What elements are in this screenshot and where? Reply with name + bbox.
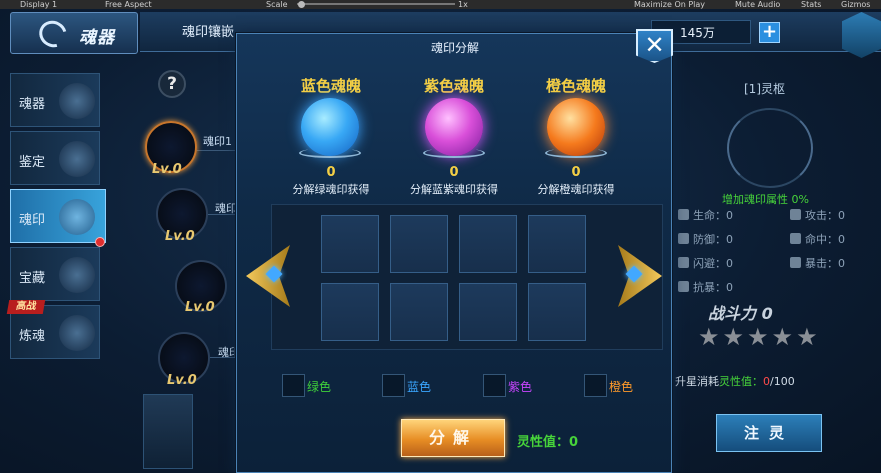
- gizmos-toggle[interactable]: Gizmos: [841, 0, 870, 9]
- attr-hp: 生命：0: [678, 207, 733, 223]
- orb-pedestal: [423, 148, 485, 158]
- seal-slot[interactable]: [528, 283, 586, 341]
- resist-icon: [678, 281, 689, 292]
- target-icon: [790, 233, 801, 244]
- sidebar-item-identify[interactable]: 鉴定: [10, 131, 100, 185]
- editor-toolbar: Display 1 Free Aspect Scale 1x Maximize …: [0, 0, 881, 9]
- spirit-value: 灵性值：0: [517, 435, 579, 450]
- scale-slider-knob[interactable]: [298, 1, 305, 8]
- attr-hit: 命中：0: [790, 231, 845, 247]
- aspect-select[interactable]: Free Aspect: [105, 0, 152, 9]
- scale-slider-track[interactable]: [297, 3, 455, 5]
- inject-spirit-button[interactable]: 注灵: [716, 414, 822, 452]
- sidebar-item-label: 炼魂: [19, 329, 46, 344]
- help-button[interactable]: ?: [158, 70, 186, 98]
- slot-level: Lv.0: [167, 373, 197, 388]
- attr-crit-resist: 抗暴：0: [678, 279, 733, 295]
- seal-slot[interactable]: [321, 215, 379, 273]
- attr-crit: 暴击：0: [790, 255, 845, 271]
- treasure-icon: [59, 257, 95, 293]
- star-rating: ★★★★★: [698, 323, 821, 351]
- sidebar-item-soul-vessel[interactable]: 魂器: [10, 73, 100, 127]
- orb-desc-purple: 分解蓝紫魂印获得: [410, 183, 498, 196]
- vortex-icon: [59, 141, 95, 177]
- slot-level: Lv.0: [165, 229, 195, 244]
- tab-inlay[interactable]: 魂印镶嵌: [168, 17, 238, 49]
- add-currency-button[interactable]: +: [759, 22, 780, 43]
- orb-count-orange: 0: [571, 165, 581, 180]
- seal-slot[interactable]: [459, 215, 517, 273]
- forge-icon: [59, 315, 95, 351]
- sidebar-item-treasure[interactable]: 宝藏: [10, 247, 100, 301]
- scale-value: 1x: [458, 0, 468, 9]
- orb-pedestal: [299, 148, 361, 158]
- slot-label: 魂印: [215, 202, 237, 215]
- hexagon-icon: [59, 199, 95, 235]
- upgrade-cost: 升星消耗灵性值：0/100: [675, 375, 795, 388]
- currency-amount: 145万: [680, 26, 715, 40]
- combat-power: 战斗力 0: [708, 304, 773, 323]
- orb-name-purple: 紫色魂魄: [423, 77, 484, 95]
- crit-icon: [790, 257, 801, 268]
- seal-slot[interactable]: [390, 215, 448, 273]
- filter-blue-label: 蓝色: [407, 380, 432, 394]
- seal-slot[interactable]: [459, 283, 517, 341]
- exit-emblem-button[interactable]: [842, 12, 881, 58]
- header-logo: 魂器: [10, 12, 138, 54]
- sidebar-item-label: 魂印: [19, 213, 46, 228]
- sidebar-item-label: 宝藏: [19, 271, 46, 286]
- orb-count-blue: 0: [326, 165, 336, 180]
- filter-green-label: 绿色: [307, 380, 332, 394]
- slot-label: 魂印1: [203, 135, 232, 148]
- orb-name-blue: 蓝色魂魄: [300, 77, 361, 95]
- display-select[interactable]: Display 1: [20, 0, 57, 9]
- attr-dodge: 闪避：0: [678, 255, 733, 271]
- filter-orange-checkbox[interactable]: [584, 374, 607, 397]
- sidebar-item-label: 魂器: [19, 97, 46, 112]
- seal-slot[interactable]: [528, 215, 586, 273]
- attr-defense: 防御：0: [678, 231, 733, 247]
- swirl-icon: [59, 83, 95, 119]
- page-left-arrow[interactable]: [143, 394, 193, 469]
- filter-purple-label: 紫色: [508, 380, 533, 394]
- orb-desc-blue: 分解绿魂印获得: [292, 183, 370, 196]
- filter-blue-checkbox[interactable]: [382, 374, 405, 397]
- filter-purple-checkbox[interactable]: [483, 374, 506, 397]
- soul-swirl-icon: [34, 15, 72, 53]
- slot-level: Lv.0: [185, 300, 215, 315]
- decompose-button[interactable]: 分解: [401, 419, 505, 457]
- attribute-bonus: 增加魂印属性 0%: [722, 193, 809, 206]
- attr-attack: 攻击：0: [790, 207, 845, 223]
- hot-tag-badge: 高战: [6, 300, 46, 314]
- sword-icon: [790, 209, 801, 220]
- orb-desc-orange: 分解橙魂印获得: [537, 183, 615, 196]
- seal-title: [1]灵枢: [744, 82, 785, 96]
- seal-slot[interactable]: [321, 283, 379, 341]
- page-title: 魂器: [79, 28, 115, 48]
- seal-slot[interactable]: [390, 283, 448, 341]
- orb-count-purple: 0: [449, 165, 459, 180]
- filter-green-checkbox[interactable]: [282, 374, 305, 397]
- slot-connector: [195, 150, 235, 151]
- orb-name-orange: 橙色魂魄: [545, 77, 606, 95]
- filter-orange-label: 橙色: [609, 380, 634, 394]
- sidebar-item-soul-seal[interactable]: 魂印: [10, 189, 106, 243]
- dialog-title: 魂印分解: [430, 41, 479, 55]
- orb-pedestal: [545, 148, 607, 158]
- hp-icon: [678, 209, 689, 220]
- seal-ring: [727, 108, 813, 188]
- stats-toggle[interactable]: Stats: [801, 0, 821, 9]
- scale-label: Scale: [266, 0, 288, 9]
- slot-level: Lv.0: [152, 162, 182, 177]
- maximize-toggle[interactable]: Maximize On Play: [634, 0, 705, 9]
- notification-dot: [95, 237, 105, 247]
- shield-icon: [678, 233, 689, 244]
- wing-icon: [678, 257, 689, 268]
- sidebar-item-label: 鉴定: [19, 155, 46, 170]
- mute-toggle[interactable]: Mute Audio: [735, 0, 780, 9]
